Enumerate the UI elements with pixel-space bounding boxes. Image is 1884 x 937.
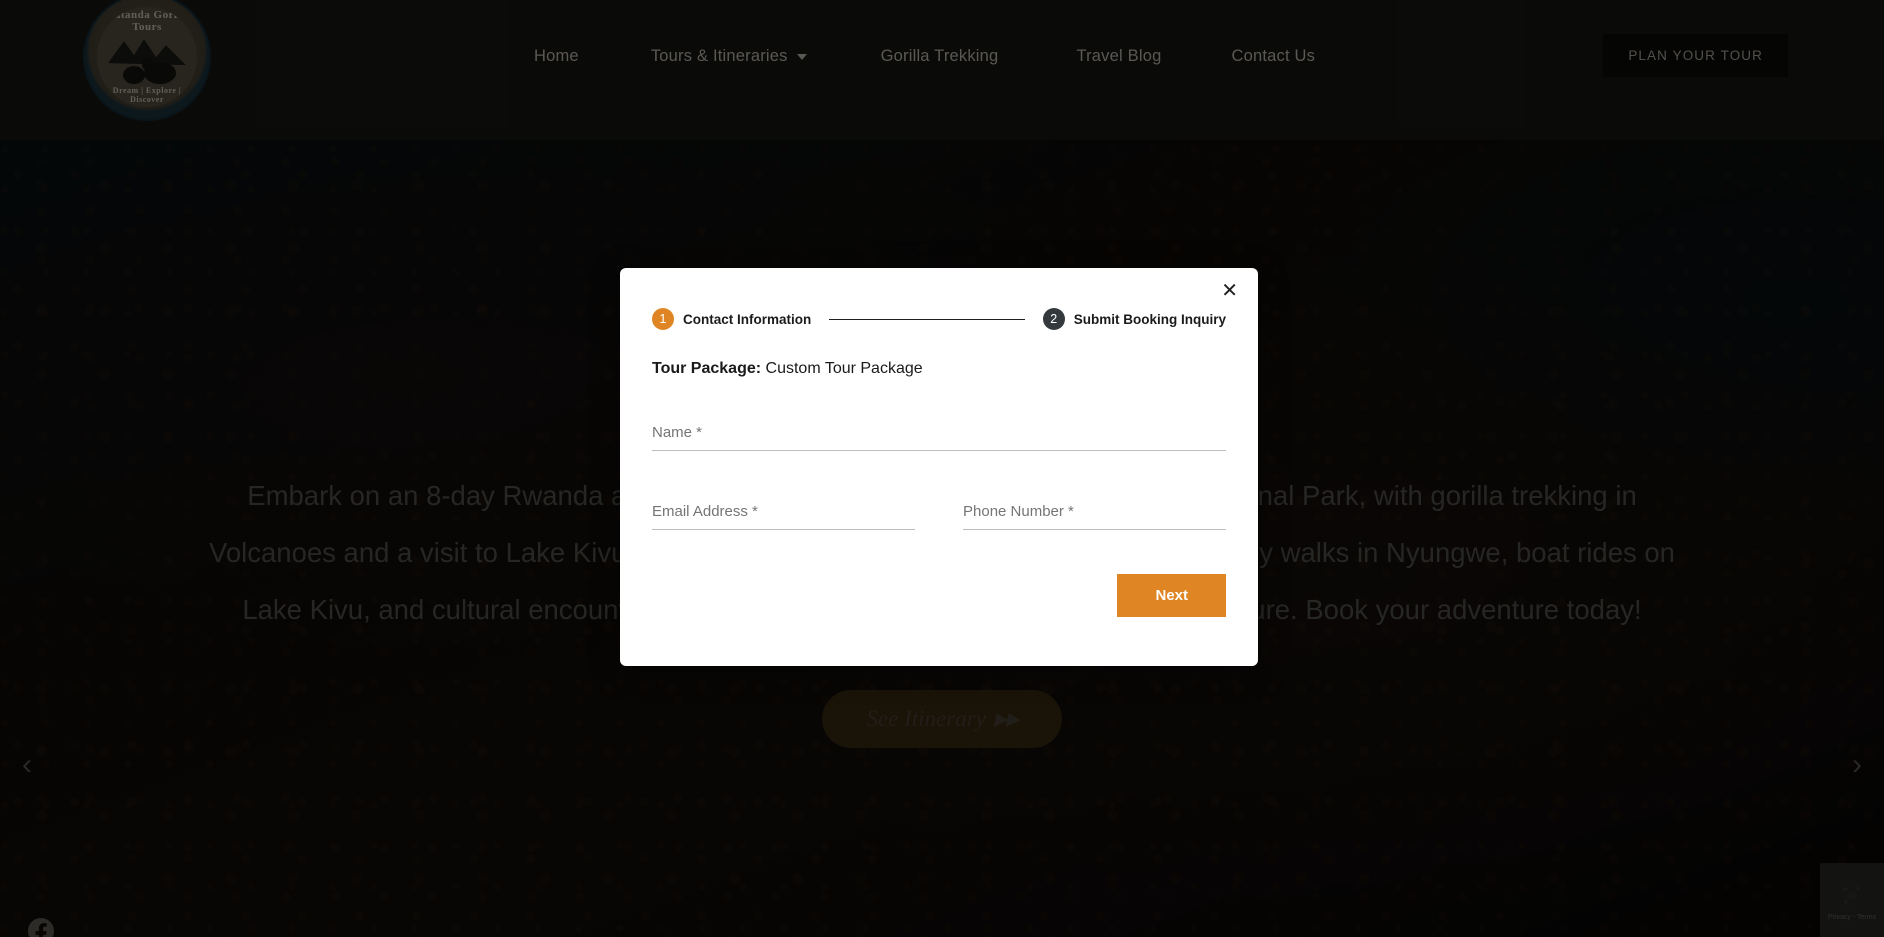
stepper-divider bbox=[829, 318, 1025, 320]
step-2-label: Submit Booking Inquiry bbox=[1073, 311, 1226, 327]
step-contact-information[interactable]: 1 Contact Information bbox=[652, 308, 811, 330]
tour-package-label: Tour Package: bbox=[652, 360, 762, 377]
step-1-number: 1 bbox=[652, 308, 674, 330]
page-root: 8 Days Exotic Rwanda Embark on an 8-day … bbox=[0, 0, 1884, 937]
step-2-number: 2 bbox=[1042, 308, 1065, 330]
email-field[interactable] bbox=[652, 501, 915, 530]
tour-package-value: Custom Tour Package bbox=[765, 360, 923, 377]
next-button[interactable]: Next bbox=[1117, 574, 1226, 617]
modal-actions: Next bbox=[652, 574, 1226, 617]
step-submit-booking-inquiry[interactable]: 2 Submit Booking Inquiry bbox=[1042, 308, 1226, 330]
close-icon[interactable]: ✕ bbox=[1221, 281, 1238, 301]
name-input[interactable] bbox=[652, 422, 1226, 443]
email-input[interactable] bbox=[652, 501, 915, 522]
booking-inquiry-modal: ✕ 1 Contact Information 2 Submit Booking… bbox=[620, 268, 1258, 666]
name-field[interactable] bbox=[652, 422, 1226, 451]
booking-stepper: 1 Contact Information 2 Submit Booking I… bbox=[652, 308, 1226, 330]
phone-field[interactable] bbox=[963, 501, 1226, 530]
tour-package-row: Tour Package: Custom Tour Package bbox=[652, 360, 1226, 378]
phone-input[interactable] bbox=[963, 501, 1226, 522]
email-phone-row bbox=[652, 501, 1226, 530]
contact-form: Next bbox=[652, 422, 1226, 617]
step-1-label: Contact Information bbox=[683, 311, 812, 327]
